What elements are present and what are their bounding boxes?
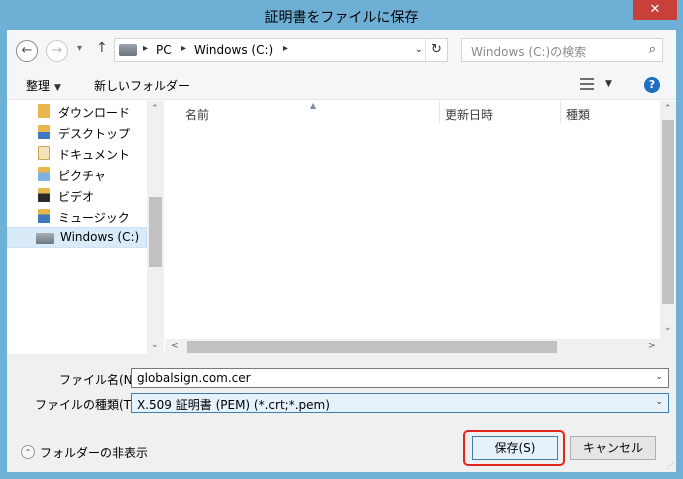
nav-item-pictures[interactable]: ピクチャ <box>7 164 147 185</box>
save-button[interactable]: 保存(S) <box>472 436 558 460</box>
view-dropdown-icon[interactable]: ▼ <box>605 79 612 89</box>
filename-value: globalsign.com.cer <box>137 371 251 385</box>
filename-label: ファイル名(N): <box>59 373 142 387</box>
hide-folders-label: フォルダーの非表示 <box>40 446 149 460</box>
hide-folders-toggle[interactable]: ⌃ フォルダーの非表示 <box>15 442 155 462</box>
command-toolbar: 整理 ▼ 新しいフォルダー ▼ ? <box>7 70 676 100</box>
scroll-down-icon[interactable]: ⌄ <box>664 323 672 333</box>
navigation-scrollbar[interactable]: ⌃ ⌄ <box>147 101 164 354</box>
pictures-folder-icon <box>38 167 50 181</box>
address-history-dropdown-icon[interactable]: ⌄ <box>415 44 423 55</box>
nav-item-downloads[interactable]: ダウンロード <box>7 101 147 122</box>
navigation-pane: ダウンロード デスクトップ ドキュメント ピクチャ ビデオ ミュージック Win… <box>7 101 165 354</box>
help-icon[interactable]: ? <box>644 77 660 93</box>
scroll-up-icon[interactable]: ⌃ <box>151 104 159 114</box>
nav-item-desktop[interactable]: デスクトップ <box>7 122 147 143</box>
filetype-dropdown-icon[interactable]: ⌄ <box>655 397 663 407</box>
chevron-down-icon: ▼ <box>54 83 61 93</box>
drive-icon <box>119 44 137 56</box>
search-placeholder: Windows (C:)の検索 <box>471 45 587 59</box>
nav-item-videos[interactable]: ビデオ <box>7 185 147 206</box>
search-icon[interactable]: ⌕ <box>649 42 656 57</box>
cancel-button[interactable]: キャンセル <box>570 436 656 460</box>
column-header-modified[interactable]: 更新日時 <box>445 106 493 123</box>
download-folder-icon <box>38 104 50 118</box>
up-folder-button[interactable]: ↑ <box>96 40 108 56</box>
filename-dropdown-icon[interactable]: ⌄ <box>655 372 663 382</box>
collapse-icon: ⌃ <box>21 445 35 459</box>
refresh-icon[interactable]: ↻ <box>425 39 447 61</box>
filetype-label: ファイルの種類(T): <box>35 398 140 412</box>
videos-folder-icon <box>38 188 50 202</box>
column-header-type[interactable]: 種類 <box>566 106 590 123</box>
scroll-left-icon[interactable]: < <box>171 341 179 351</box>
breadcrumb-pc[interactable]: PC <box>156 43 172 57</box>
breadcrumb-separator-icon[interactable]: ▸ <box>143 43 148 54</box>
window-title: 証明書をファイルに保存 <box>264 10 419 26</box>
nav-item-label: ピクチャ <box>58 169 106 183</box>
column-divider[interactable] <box>560 101 561 123</box>
column-divider[interactable] <box>439 101 440 123</box>
scrollbar-thumb[interactable] <box>662 120 674 304</box>
column-header-name[interactable]: 名前 <box>185 106 209 123</box>
nav-item-documents[interactable]: ドキュメント <box>7 143 147 164</box>
nav-item-label: ミュージック <box>58 211 130 225</box>
address-row: ← → ▾ ↑ ▸ PC ▸ Windows (C:) ▸ ⌄ ↻ Window… <box>7 30 676 70</box>
scroll-up-icon[interactable]: ⌃ <box>664 104 672 114</box>
nav-item-windows-c[interactable]: Windows (C:) <box>7 227 147 248</box>
save-dialog-window: 証明書をファイルに保存 ✕ ← → ▾ ↑ ▸ PC ▸ Windows (C:… <box>0 0 683 479</box>
file-list-pane: ▲ 名前 更新日時 種類 ⌃ ⌄ < > <box>165 101 676 355</box>
music-folder-icon <box>38 209 50 223</box>
new-folder-button[interactable]: 新しいフォルダー <box>94 77 190 94</box>
sort-ascending-icon: ▲ <box>310 101 317 110</box>
desktop-folder-icon <box>38 125 50 139</box>
breadcrumb-windows-c[interactable]: Windows (C:) <box>194 43 273 57</box>
nav-item-label: Windows (C:) <box>60 230 140 244</box>
recent-locations-chevron-icon[interactable]: ▾ <box>77 43 82 54</box>
dialog-body: ← → ▾ ↑ ▸ PC ▸ Windows (C:) ▸ ⌄ ↻ Window… <box>7 30 676 472</box>
scrollbar-thumb[interactable] <box>187 341 557 353</box>
organize-label: 整理 <box>26 79 51 93</box>
scrollbar-thumb[interactable] <box>149 197 162 267</box>
drive-icon <box>36 233 54 244</box>
back-button[interactable]: ← <box>16 40 38 62</box>
nav-item-label: ドキュメント <box>58 148 131 162</box>
organize-button[interactable]: 整理 ▼ <box>26 77 61 94</box>
breadcrumb-separator-icon[interactable]: ▸ <box>181 43 186 54</box>
file-list-horizontal-scrollbar[interactable]: < > <box>165 339 660 355</box>
title-bar[interactable]: 証明書をファイルに保存 ✕ <box>0 0 683 30</box>
file-list-vertical-scrollbar[interactable]: ⌃ ⌄ <box>660 101 676 354</box>
nav-item-label: デスクトップ <box>58 127 131 141</box>
address-bar[interactable]: ▸ PC ▸ Windows (C:) ▸ ⌄ ↻ <box>114 38 448 62</box>
nav-item-label: ビデオ <box>58 190 95 204</box>
filetype-value: X.509 証明書 (PEM) (*.crt;*.pem) <box>137 398 330 412</box>
view-options-icon[interactable] <box>580 78 594 90</box>
scroll-right-icon[interactable]: > <box>648 341 656 351</box>
nav-item-music[interactable]: ミュージック <box>7 206 147 227</box>
close-button[interactable]: ✕ <box>633 0 677 20</box>
forward-button[interactable]: → <box>46 40 68 62</box>
filetype-select[interactable]: X.509 証明書 (PEM) (*.crt;*.pem) ⌄ <box>131 393 669 413</box>
nav-item-label: ダウンロード <box>58 106 131 120</box>
save-options-panel: ファイル名(N): globalsign.com.cer ⌄ ファイルの種類(T… <box>7 354 676 472</box>
scroll-down-icon[interactable]: ⌄ <box>151 340 159 350</box>
search-input[interactable]: Windows (C:)の検索 ⌕ <box>461 38 663 62</box>
documents-folder-icon <box>38 146 50 160</box>
breadcrumb-separator-icon[interactable]: ▸ <box>283 43 288 54</box>
resize-grip-icon[interactable]: ⋰ <box>666 461 674 470</box>
filename-field[interactable]: globalsign.com.cer ⌄ <box>131 368 669 388</box>
